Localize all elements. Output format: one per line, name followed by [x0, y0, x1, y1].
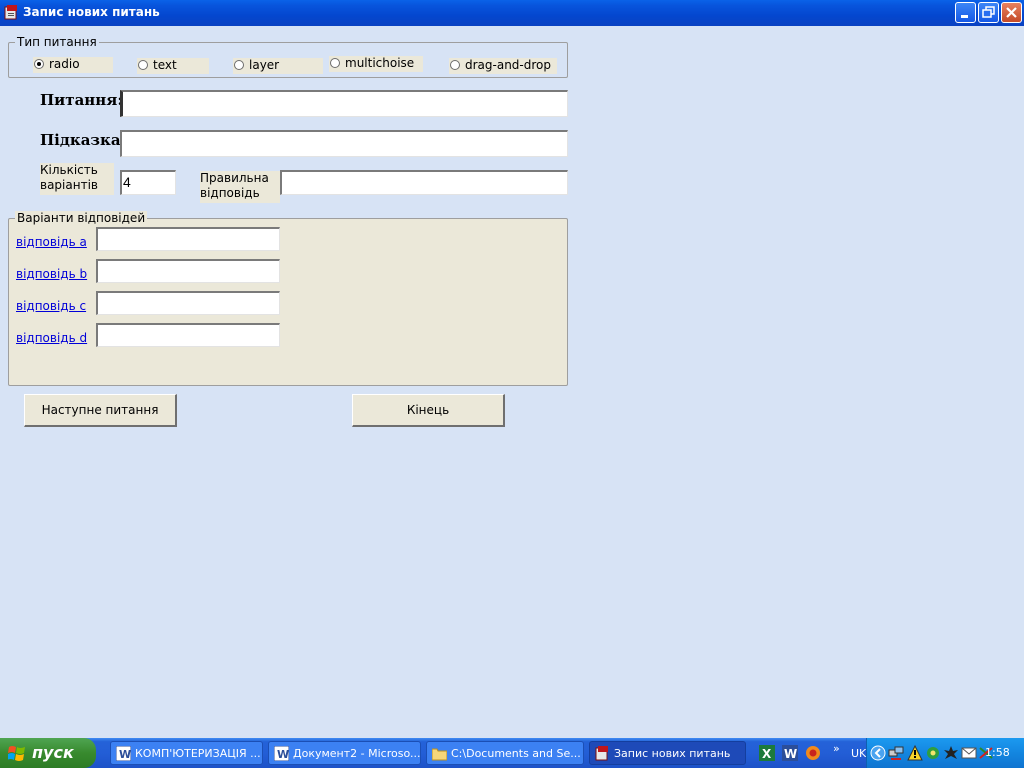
network-icon[interactable]: [888, 745, 904, 761]
word-icon: W: [274, 746, 289, 761]
browser-icon[interactable]: [805, 745, 821, 761]
folder-icon: [432, 748, 447, 761]
answer-d-link[interactable]: відповідь d: [16, 331, 87, 345]
taskbar-item-document2[interactable]: W Документ2 - Microso...: [268, 741, 421, 765]
answer-c-link[interactable]: відповідь c: [16, 299, 86, 313]
question-label: Питання:: [40, 91, 123, 109]
answer-variants-group: [8, 218, 568, 386]
finish-button[interactable]: Кінець: [352, 394, 505, 427]
taskbar-item-computerization[interactable]: W КОМП'ЮТЕРИЗАЦІЯ ...: [110, 741, 263, 765]
close-icon: [1006, 7, 1017, 18]
taskbar-item-explorer[interactable]: C:\Documents and Se...: [426, 741, 584, 765]
svg-text:W: W: [277, 748, 289, 761]
minimize-button[interactable]: [955, 2, 976, 23]
answer-d-input[interactable]: [96, 323, 280, 347]
svg-text:W: W: [119, 748, 131, 761]
word-icon[interactable]: W: [782, 745, 798, 761]
app-icon: [595, 746, 608, 761]
collapse-tray-icon[interactable]: [870, 745, 886, 761]
activity-icon[interactable]: [943, 745, 959, 761]
word-icon: W: [116, 746, 131, 761]
radio-unchecked-icon: [234, 60, 244, 70]
taskbar-item-new-questions[interactable]: Запис нових питань: [589, 741, 746, 765]
hint-label: Підказка:: [40, 131, 127, 149]
windows-logo-icon: [8, 746, 25, 761]
radio-option-multichoise[interactable]: multichoise: [329, 56, 423, 72]
restore-button[interactable]: [978, 2, 999, 23]
radio-option-radio[interactable]: radio: [33, 57, 113, 73]
language-indicator[interactable]: UK: [851, 747, 866, 760]
radio-unchecked-icon: [450, 60, 460, 70]
title-bar[interactable]: Запис нових питань: [0, 0, 1024, 26]
answer-variants-legend: Варіанти відповідей: [15, 211, 148, 225]
radio-unchecked-icon: [138, 60, 148, 70]
question-type-legend: Тип питання: [15, 35, 99, 49]
variant-count-input[interactable]: 4: [120, 170, 176, 195]
answer-b-input[interactable]: [96, 259, 280, 283]
show-more-chevron-icon[interactable]: »: [833, 742, 840, 755]
mail-icon[interactable]: [961, 745, 977, 761]
app-icon: [4, 5, 17, 20]
radio-option-text[interactable]: text: [137, 58, 209, 74]
minimize-icon: [961, 15, 968, 18]
taskbar: пуск W КОМП'ЮТЕРИЗАЦІЯ ... W Документ2 -…: [0, 738, 1024, 768]
radio-option-layer[interactable]: layer: [233, 58, 323, 74]
correct-answer-input[interactable]: [280, 170, 568, 195]
window-title: Запис нових питань: [23, 5, 160, 19]
security-icon[interactable]: [925, 745, 941, 761]
radio-unchecked-icon: [330, 58, 340, 68]
next-question-button[interactable]: Наступне питання: [24, 394, 177, 427]
clock[interactable]: 1:58: [985, 746, 1010, 759]
excel-icon[interactable]: X: [759, 745, 775, 761]
correct-answer-label: Правильна відповідь: [200, 171, 280, 203]
variant-count-label: Кількість варіантів: [40, 163, 114, 195]
svg-text:X: X: [762, 747, 772, 761]
radio-checked-icon: [34, 59, 44, 69]
restore-icon: [982, 6, 995, 18]
radio-option-drag-and-drop[interactable]: drag-and-drop: [449, 58, 557, 74]
svg-text:W: W: [784, 747, 797, 761]
question-input[interactable]: [120, 90, 568, 117]
answer-c-input[interactable]: [96, 291, 280, 315]
close-button[interactable]: [1001, 2, 1022, 23]
answer-b-link[interactable]: відповідь b: [16, 267, 87, 281]
answer-a-input[interactable]: [96, 227, 280, 251]
start-button[interactable]: пуск: [0, 738, 96, 768]
warning-icon[interactable]: [907, 745, 923, 761]
answer-a-link[interactable]: відповідь a: [16, 235, 87, 249]
hint-input[interactable]: [120, 130, 568, 157]
